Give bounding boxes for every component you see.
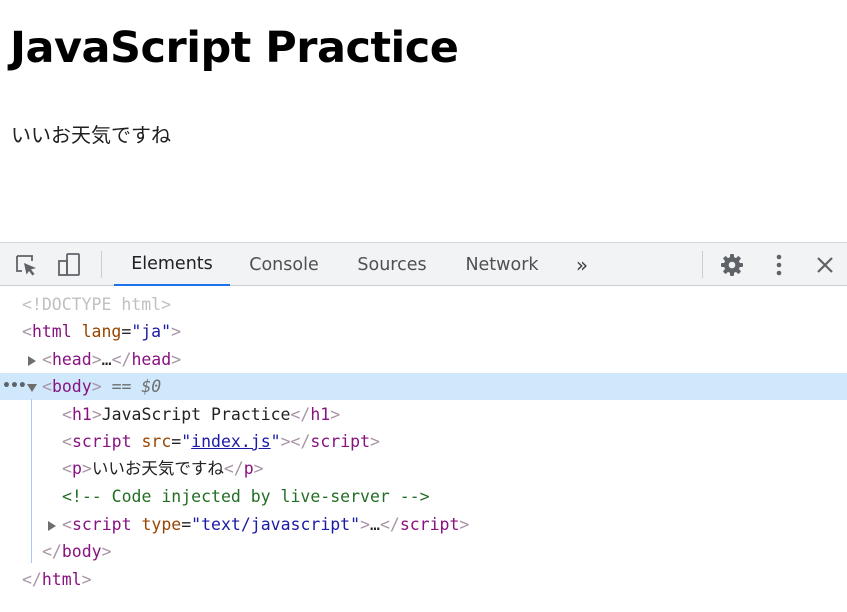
- tab-elements[interactable]: Elements: [114, 243, 230, 286]
- dom-node-body[interactable]: ••• <body> == $0: [0, 373, 847, 400]
- device-toolbar-icon[interactable]: [55, 251, 83, 279]
- dom-node-html[interactable]: <html lang="ja">: [0, 318, 847, 345]
- page-paragraph: いいお天気ですね: [11, 123, 171, 147]
- close-icon[interactable]: [811, 251, 839, 279]
- dom-node-head[interactable]: <head>…</head>: [0, 346, 847, 373]
- gear-icon[interactable]: [718, 251, 746, 279]
- html-open-tag: <html lang="ja">: [22, 322, 181, 341]
- script-src-element: <script src="index.js"></script>: [62, 432, 380, 451]
- body-open-tag: <body> == $0: [42, 377, 162, 396]
- dom-node-h1[interactable]: <h1>JavaScript Practice</h1>: [0, 401, 847, 428]
- tab-sources[interactable]: Sources: [346, 243, 438, 286]
- dom-node-doctype[interactable]: <!DOCTYPE html>: [0, 291, 847, 318]
- expand-arrow-icon[interactable]: [28, 355, 36, 366]
- doctype-text: <!DOCTYPE html>: [22, 295, 172, 314]
- dom-node-script-type[interactable]: <script type="text/javascript">…</script…: [0, 511, 847, 538]
- page-heading: JavaScript Practice: [10, 23, 459, 73]
- toolbar-separator: [101, 251, 102, 278]
- script-type-element: <script type="text/javascript">…</script…: [62, 515, 470, 534]
- live-server-comment: <!-- Code injected by live-server -->: [62, 487, 430, 506]
- vertical-dots-icon[interactable]: [765, 251, 793, 279]
- devtools-toolbar: Elements Console Sources Network »: [0, 242, 847, 286]
- dom-tree: <!DOCTYPE html> <html lang="ja"> <head>……: [0, 287, 847, 612]
- toolbar-separator: [702, 251, 703, 278]
- tab-network[interactable]: Network: [454, 243, 550, 286]
- selected-indicator: == $0: [111, 377, 162, 396]
- h1-element: <h1>JavaScript Practice</h1>: [62, 405, 341, 424]
- body-close-tag: </body>: [42, 542, 112, 561]
- p-element: <p>いいお天気ですね</p>: [62, 459, 264, 478]
- dom-node-html-close[interactable]: </html>: [0, 566, 847, 593]
- inspect-element-icon[interactable]: [12, 251, 40, 279]
- more-tabs-button[interactable]: »: [569, 251, 595, 279]
- collapse-arrow-icon[interactable]: [27, 383, 37, 392]
- tab-console[interactable]: Console: [238, 243, 330, 286]
- dom-node-comment[interactable]: <!-- Code injected by live-server -->: [0, 483, 847, 510]
- devtools-panel: Elements Console Sources Network » <!DOC…: [0, 242, 847, 612]
- dom-node-script-src[interactable]: <script src="index.js"></script>: [0, 428, 847, 455]
- dom-node-p[interactable]: <p>いいお天気ですね</p>: [0, 455, 847, 482]
- html-close-tag: </html>: [22, 570, 92, 589]
- expand-arrow-icon[interactable]: [48, 520, 56, 531]
- script-src-link[interactable]: index.js: [191, 432, 270, 451]
- node-actions-dots[interactable]: •••: [2, 373, 27, 400]
- dom-node-body-close[interactable]: </body>: [0, 538, 847, 565]
- head-collapsed-tag: <head>…</head>: [42, 350, 182, 369]
